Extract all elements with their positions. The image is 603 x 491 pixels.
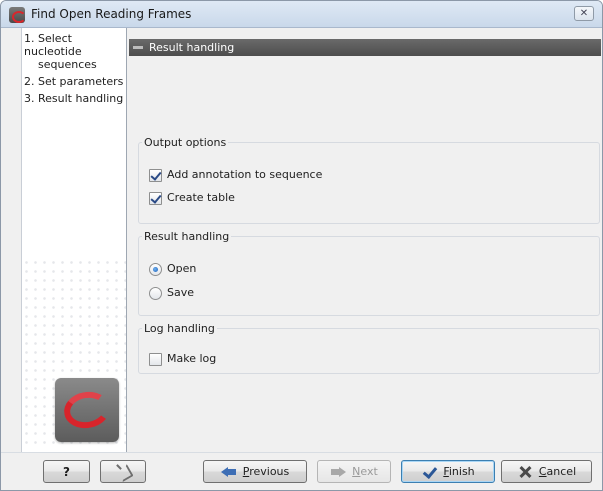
arrow-left-icon bbox=[220, 465, 237, 479]
output-options-group: Output options Add annotation to sequenc… bbox=[138, 136, 600, 224]
checkbox-label: Create table bbox=[167, 191, 235, 204]
window-title: Find Open Reading Frames bbox=[31, 7, 192, 21]
group-legend: Log handling bbox=[144, 322, 215, 335]
log-handling-group: Log handling Make log bbox=[138, 322, 600, 374]
clc-logo-icon bbox=[9, 7, 25, 23]
next-button[interactable]: Next bbox=[317, 460, 391, 483]
create-table-checkbox[interactable] bbox=[149, 191, 162, 205]
step-label: Set parameters bbox=[38, 75, 124, 88]
clc-logo bbox=[55, 378, 119, 442]
step-label: Result handling bbox=[38, 92, 124, 105]
finish-button[interactable]: Finish bbox=[401, 460, 495, 483]
step-set-parameters: 2. Set parameters bbox=[22, 75, 126, 88]
reset-icon bbox=[115, 465, 131, 479]
open-option[interactable]: Open bbox=[149, 261, 196, 277]
help-button[interactable]: ? bbox=[43, 460, 90, 483]
save-option[interactable]: Save bbox=[149, 285, 194, 301]
next-label: Next bbox=[352, 465, 378, 478]
add-annotation-checkbox[interactable] bbox=[149, 168, 162, 182]
main-panel: Result handling Output options Add annot… bbox=[128, 28, 602, 452]
create-table-option[interactable]: Create table bbox=[149, 190, 235, 206]
step-number: 3. bbox=[24, 92, 35, 105]
step-label-continuation: sequences bbox=[38, 58, 97, 71]
wizard-steps-pane: 1. Select nucleotide sequences 2. Set pa… bbox=[21, 28, 127, 452]
arrow-right-icon bbox=[330, 465, 347, 479]
checkbox-label: Make log bbox=[167, 352, 217, 365]
step-select-sequences: 1. Select nucleotide sequences bbox=[22, 32, 126, 71]
save-radio[interactable] bbox=[149, 286, 162, 300]
panel-header: Result handling bbox=[129, 39, 601, 56]
reset-button[interactable] bbox=[100, 460, 146, 483]
radio-label: Save bbox=[167, 286, 195, 299]
button-bar: ? Previous Next Finish Cancel bbox=[1, 452, 602, 490]
group-legend: Result handling bbox=[144, 230, 230, 243]
checkmark-icon bbox=[421, 465, 437, 479]
close-button[interactable]: ✕ bbox=[574, 6, 594, 21]
make-log-checkbox[interactable] bbox=[149, 352, 162, 366]
title-bar: Find Open Reading Frames ✕ bbox=[1, 1, 602, 28]
radio-label: Open bbox=[167, 262, 197, 275]
add-annotation-option[interactable]: Add annotation to sequence bbox=[149, 167, 322, 183]
cancel-button[interactable]: Cancel bbox=[501, 460, 592, 483]
step-number: 1. bbox=[24, 32, 35, 45]
x-icon bbox=[517, 465, 533, 479]
make-log-option[interactable]: Make log bbox=[149, 351, 216, 367]
dialog-window: Find Open Reading Frames ✕ 1. Select nuc… bbox=[0, 0, 603, 491]
previous-button[interactable]: Previous bbox=[203, 460, 307, 483]
logo-arc-icon bbox=[61, 388, 113, 432]
step-number: 2. bbox=[24, 75, 35, 88]
open-radio[interactable] bbox=[149, 262, 162, 276]
checkbox-label: Add annotation to sequence bbox=[167, 168, 323, 181]
group-legend: Output options bbox=[144, 136, 227, 149]
step-result-handling: 3. Result handling bbox=[22, 92, 126, 105]
cancel-label: Cancel bbox=[538, 465, 577, 478]
finish-label: Finish bbox=[443, 465, 475, 478]
result-handling-group: Result handling Open Save bbox=[138, 230, 600, 316]
previous-label: Previous bbox=[242, 465, 290, 478]
